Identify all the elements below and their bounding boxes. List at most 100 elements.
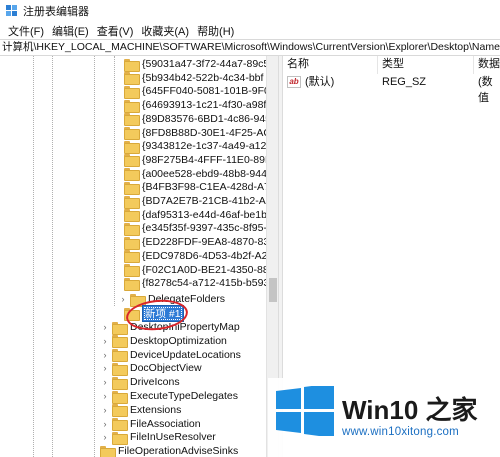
folder-icon: [112, 376, 128, 390]
folder-icon: [112, 418, 128, 432]
tree-key-sibling[interactable]: › DriveIcons: [100, 375, 180, 390]
tree-key-guid[interactable]: {89D83576-6BD1-4c86-945: [124, 112, 272, 127]
tree-key-label: {59031a47-3f72-44a7-89c5: [142, 58, 270, 70]
tree-key-label: {9343812e-1c37-4a49-a12e: [142, 140, 273, 153]
tree-key-label: FileInUseResolver: [130, 431, 216, 444]
folder-icon: [124, 250, 140, 264]
folder-icon: [112, 321, 128, 335]
column-name[interactable]: 名称: [283, 56, 378, 74]
tree-key-guid[interactable]: {9343812e-1c37-4a49-a12e: [124, 139, 273, 154]
expand-arrow-icon[interactable]: ›: [100, 336, 110, 346]
folder-icon: [124, 127, 140, 140]
tree-key-label: {64693913-1c21-4f30-a98f: [142, 99, 267, 112]
menu-bar: 文件(F) 编辑(E) 查看(V) 收藏夹(A) 帮助(H): [0, 22, 500, 39]
tree-key-guid[interactable]: {5b934b42-522b-4c34-bbf: [124, 71, 264, 86]
menu-file[interactable]: 文件(F): [4, 23, 48, 39]
tree-key-guid[interactable]: {BD7A2E7B-21CB-41b2-A0: [124, 194, 272, 209]
folder-icon: [124, 99, 140, 113]
tree-key-label: {F02C1A0D-BE21-4350-88B: [142, 263, 276, 276]
menu-edit[interactable]: 编辑(E): [48, 23, 93, 39]
tree-key-guid[interactable]: {8FD8B88D-30E1-4F25-AC2: [124, 126, 277, 140]
tree-key-sibling[interactable]: FileOperationAdviseSinks: [100, 444, 238, 457]
expand-arrow-icon[interactable]: ›: [100, 363, 110, 373]
tree-key-label: {EDC978D6-4D53-4b2f-A26: [142, 249, 274, 262]
tree-key-label: {ED228FDF-9EA8-4870-83b: [142, 236, 276, 249]
folder-icon: [124, 222, 140, 236]
tree-key-guid[interactable]: {98F275B4-4FFF-11E0-89E2: [124, 153, 278, 168]
folder-icon: [112, 404, 128, 418]
tree-key-sibling[interactable]: › ExecuteTypeDelegates: [100, 389, 238, 404]
tree-key-guid[interactable]: {B4FB3F98-C1EA-428d-A78: [124, 180, 276, 195]
value-row[interactable]: ab (默认) REG_SZ (数值: [283, 74, 500, 104]
tree-key-sibling[interactable]: › FileInUseResolver: [100, 430, 216, 445]
expand-arrow-icon[interactable]: ›: [100, 432, 110, 442]
tree-key-sibling[interactable]: › Extensions: [100, 403, 182, 418]
folder-icon: [124, 58, 140, 72]
tree-key-guid[interactable]: {e345f35f-9397-435c-8f95-: [124, 221, 267, 236]
menu-favorites[interactable]: 收藏夹(A): [137, 23, 193, 39]
tree-guide-line: [94, 56, 95, 457]
tree-key-label: DriveIcons: [130, 376, 180, 389]
tree-key-guid[interactable]: {EDC978D6-4D53-4b2f-A26: [124, 249, 274, 264]
tree-guide-line: [52, 56, 53, 457]
expand-arrow-icon[interactable]: ›: [100, 391, 110, 401]
expand-arrow-icon[interactable]: ›: [118, 294, 128, 304]
tree-key-label: DesktopOptimization: [130, 334, 227, 347]
value-data: (数值: [478, 76, 493, 104]
folder-icon: [124, 181, 140, 195]
tree-key-label: {daf95313-e44d-46af-be1b: [142, 208, 267, 221]
tree-key-label: {5b934b42-522b-4c34-bbf: [142, 71, 264, 84]
tree-key-label: ExecuteTypeDelegates: [130, 390, 238, 402]
tree-key-label: {f8278c54-a712-415b-b593: [142, 277, 270, 290]
tree-key-guid[interactable]: {645FF040-5081-101B-9F08: [124, 84, 276, 99]
value-type: REG_SZ: [382, 76, 427, 88]
tree-key-guid[interactable]: {a00ee528-ebd9-48b8-944: [124, 167, 267, 182]
tree-scrollbar-thumb[interactable]: [269, 278, 277, 302]
address-bar[interactable]: 计算机\HKEY_LOCAL_MACHINE\SOFTWARE\Microsof…: [0, 39, 500, 56]
tree-key-sibling[interactable]: › DeviceUpdateLocations: [100, 348, 241, 363]
tree-key-guid[interactable]: {ED228FDF-9EA8-4870-83b: [124, 235, 276, 250]
folder-icon: [124, 277, 140, 291]
tree-key-sibling[interactable]: › DesktopOptimization: [100, 334, 227, 349]
expand-arrow-icon[interactable]: ›: [100, 419, 110, 429]
expand-arrow-icon[interactable]: ›: [100, 377, 110, 387]
menu-view[interactable]: 查看(V): [93, 23, 138, 39]
tree-key-label: {8FD8B88D-30E1-4F25-AC2: [142, 126, 277, 139]
window-title: 注册表编辑器: [23, 6, 89, 18]
expand-arrow-icon[interactable]: ›: [100, 405, 110, 415]
folder-icon: [124, 113, 140, 127]
tree-key-guid[interactable]: {f8278c54-a712-415b-b593: [124, 276, 270, 291]
folder-icon: [124, 140, 140, 154]
tree-key-label: {645FF040-5081-101B-9F08: [142, 85, 276, 98]
folder-icon: [100, 445, 116, 457]
folder-icon: [112, 431, 128, 445]
menu-help[interactable]: 帮助(H): [193, 23, 238, 39]
folder-icon: [124, 195, 140, 209]
column-data[interactable]: 数据: [474, 56, 500, 74]
folder-icon: [124, 168, 140, 182]
tree-key-label: DeviceUpdateLocations: [130, 348, 241, 361]
tree-key-guid[interactable]: {daf95313-e44d-46af-be1b: [124, 208, 267, 223]
tree-key-guid[interactable]: {64693913-1c21-4f30-a98f: [124, 98, 267, 113]
tree-key-label: {e345f35f-9397-435c-8f95-: [142, 222, 267, 235]
tree-key-sibling[interactable]: › DocObjectView: [100, 361, 202, 376]
tree-key-label: DocObjectView: [130, 362, 202, 375]
string-value-icon: ab: [287, 76, 301, 88]
expand-arrow-icon[interactable]: ›: [100, 350, 110, 360]
tree-guide-line: [114, 56, 115, 306]
folder-icon: [112, 362, 128, 376]
expand-arrow-icon[interactable]: ›: [100, 322, 110, 332]
key-tree[interactable]: {59031a47-3f72-44a7-89c5 {5b934b42-522b-4…: [0, 56, 278, 457]
tree-key-label: Extensions: [130, 403, 182, 416]
column-type[interactable]: 类型: [378, 56, 474, 74]
folder-icon: [112, 349, 128, 363]
folder-icon: [124, 264, 140, 277]
tree-key-guid[interactable]: {F02C1A0D-BE21-4350-88B: [124, 263, 276, 277]
watermark-title: Win10 之家: [342, 395, 478, 425]
folder-icon: [124, 72, 140, 86]
tree-key-label: {89D83576-6BD1-4c86-945: [142, 112, 272, 125]
tree-key-guid[interactable]: {59031a47-3f72-44a7-89c5: [124, 57, 270, 72]
folder-icon: [124, 85, 140, 99]
tree-key-sibling[interactable]: › FileAssociation: [100, 417, 201, 432]
folder-icon: [124, 154, 140, 168]
